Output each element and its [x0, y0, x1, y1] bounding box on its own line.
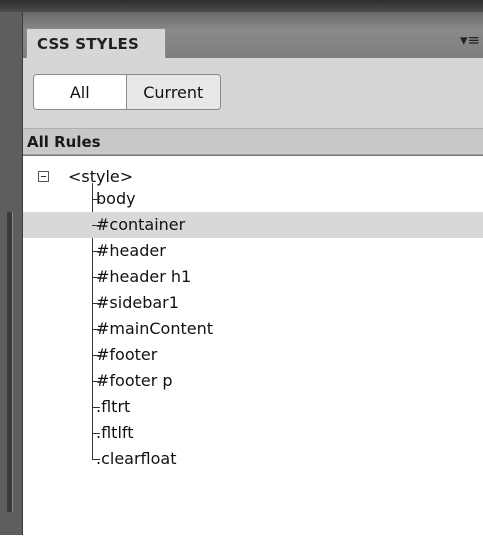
tree-connector-tick: [92, 303, 100, 304]
rule-label: #footer p: [96, 371, 173, 390]
all-mode-button[interactable]: All: [34, 75, 127, 109]
tree-connector-tick: [92, 459, 100, 460]
rule-label: .clearfloat: [96, 449, 177, 468]
rule-label: #sidebar1: [96, 293, 179, 312]
rules-tree: <style> body #container #header #header h1 #…: [23, 155, 483, 536]
rule-label: #header: [96, 241, 166, 260]
collapse-icon[interactable]: [38, 171, 49, 182]
tab-css-styles[interactable]: CSS STYLES: [26, 28, 166, 58]
rule-label: #container: [96, 215, 186, 234]
mode-switch: All Current: [33, 74, 221, 110]
tree-connector-tick: [92, 225, 100, 226]
tree-connector-tick: [92, 251, 100, 252]
tree-connector-tick: [92, 277, 100, 278]
dock-edge: [0, 12, 22, 535]
tree-connector-tick: [92, 433, 100, 434]
panel-group-titlebar: [0, 0, 483, 12]
tree-connector-tick: [92, 407, 100, 408]
rule-label: #footer: [96, 345, 158, 364]
tree-connector-tick: [92, 329, 100, 330]
rule-label: #header h1: [96, 267, 192, 286]
rule-label: body: [96, 189, 136, 208]
tree-connector-tick: [92, 381, 100, 382]
tree-connector-tick: [92, 199, 100, 200]
panel-tab-strip: CSS STYLES ▾≡: [23, 12, 483, 58]
rule-label: .fltlft: [96, 423, 134, 442]
tree-connector-tick: [92, 355, 100, 356]
dock-resize-handle[interactable]: [7, 212, 13, 512]
mode-toolbar: All Current: [23, 58, 483, 128]
all-rules-header: All Rules: [23, 128, 483, 155]
rule-label: #mainContent: [96, 319, 214, 338]
rule-label: .fltrt: [96, 397, 131, 416]
css-styles-panel: CSS STYLES ▾≡ All Current All Rules <sty…: [22, 12, 483, 536]
current-mode-button[interactable]: Current: [126, 75, 220, 109]
panel-options-icon[interactable]: ▾≡: [458, 28, 482, 52]
